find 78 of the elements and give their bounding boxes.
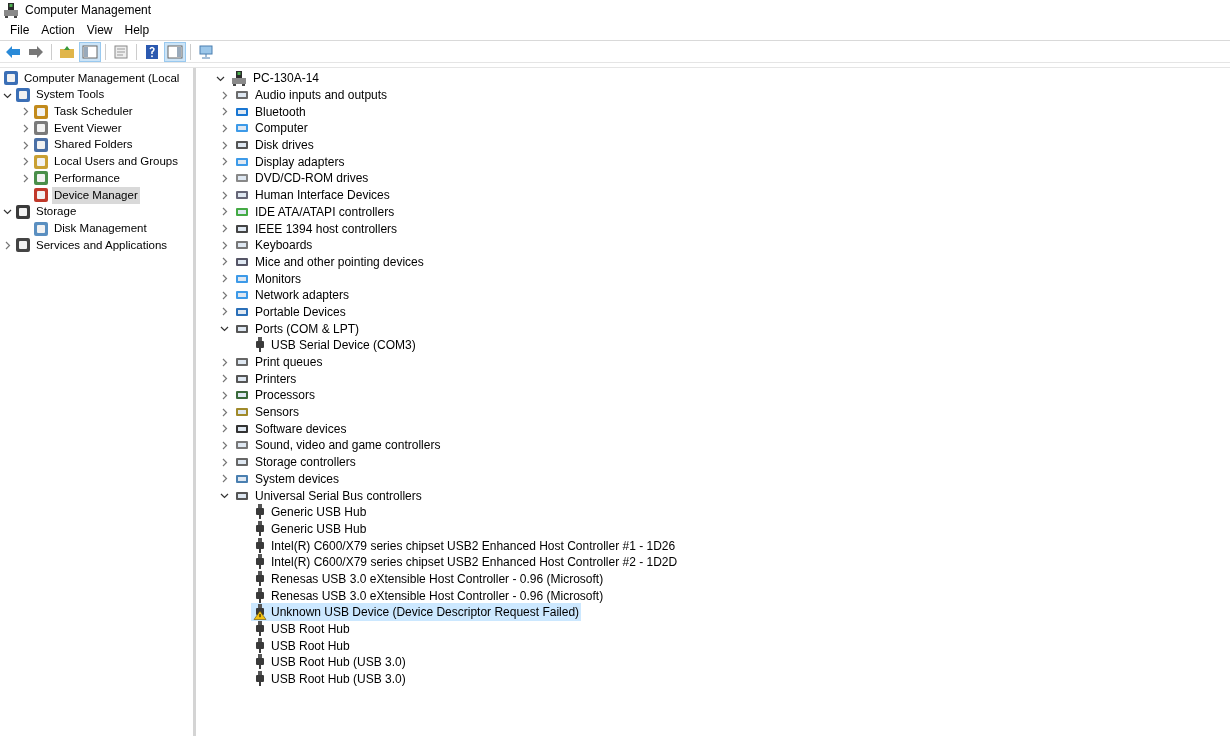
device-item[interactable]: USB Serial Device (COM3) — [271, 336, 416, 355]
tree-item[interactable]: Local Users and Groups — [52, 153, 180, 171]
device-category[interactable]: Mice and other pointing devices — [255, 252, 424, 271]
plug-icon — [253, 637, 267, 654]
plug-icon — [253, 570, 267, 587]
properties-icon — [113, 44, 129, 59]
device-item[interactable]: USB Root Hub — [271, 620, 350, 639]
help-icon — [145, 43, 159, 60]
pane-icon — [82, 44, 98, 59]
plug-icon — [253, 587, 267, 604]
plug-icon — [253, 654, 267, 671]
device-category[interactable]: Sensors — [255, 403, 300, 422]
computer-name[interactable]: PC-130A-14 — [253, 69, 320, 88]
plug-icon — [253, 504, 267, 521]
tree-item[interactable]: Disk Management — [52, 219, 149, 238]
plug-icon — [253, 554, 267, 571]
device-category[interactable]: DVD/CD-ROM drives — [255, 169, 369, 188]
tree-item[interactable]: System Tools — [34, 86, 107, 104]
device-item[interactable]: Generic USB Hub — [271, 519, 367, 538]
device-item[interactable]: Renesas USB 3.0 eXtensible Host Controller - 0.96 (Microsoft) — [271, 586, 604, 605]
device-category[interactable]: Ports (COM & LPT) — [255, 319, 359, 338]
plug-icon — [253, 337, 267, 354]
device-category[interactable]: Keyboards — [255, 236, 313, 255]
device-category[interactable]: System devices — [255, 469, 340, 488]
device-category[interactable]: Software devices — [255, 419, 347, 438]
tree-item[interactable]: Performance — [52, 169, 122, 188]
chevron-right-icon[interactable] — [3, 240, 12, 250]
plug-icon — [253, 537, 267, 554]
device-category[interactable]: Computer — [255, 119, 308, 138]
monitor-icon — [198, 44, 214, 59]
device-category[interactable]: Human Interface Devices — [255, 186, 390, 205]
back-arrow-icon — [5, 44, 21, 59]
chevron-down-icon[interactable] — [3, 207, 12, 217]
forward-arrow-icon — [28, 44, 44, 59]
device-item[interactable]: Intel(R) C600/X79 series chipset USB2 Enhanced Host Controller #2 - 1D2D — [271, 553, 678, 572]
tree-item[interactable]: Device Manager — [52, 186, 140, 204]
device-item[interactable]: USB Root Hub — [271, 636, 350, 655]
menu-item[interactable]: Help — [118, 21, 156, 39]
device-item[interactable]: Renesas USB 3.0 eXtensible Host Controller - 0.96 (Microsoft) — [271, 569, 604, 588]
menu-item[interactable]: File — [4, 21, 36, 39]
device-category[interactable]: Disk drives — [255, 136, 314, 155]
tree-item[interactable]: Services and Applications — [34, 236, 170, 254]
device-category[interactable]: Storage controllers — [255, 453, 356, 472]
window-title: Computer Management — [25, 2, 152, 19]
device-category[interactable]: Bluetooth — [255, 102, 306, 121]
tree-item[interactable]: Task Scheduler — [52, 103, 135, 121]
device-category[interactable]: Network adapters — [255, 286, 350, 305]
device-category[interactable]: Processors — [255, 386, 316, 405]
tree-item[interactable]: Shared Folders — [52, 136, 135, 154]
device-item[interactable]: USB Root Hub (USB 3.0) — [271, 653, 406, 672]
tree-item[interactable]: Event Viewer — [52, 119, 124, 138]
menu-item[interactable]: Action — [35, 21, 81, 39]
warning-plug-icon — [253, 604, 267, 621]
device-category[interactable]: Portable Devices — [255, 302, 346, 321]
device-category[interactable]: Universal Serial Bus controllers — [255, 486, 422, 505]
device-category[interactable]: Printers — [255, 369, 297, 388]
device-item[interactable]: Generic USB Hub — [271, 503, 367, 522]
computer-icon — [3, 2, 19, 18]
computer-icon — [231, 70, 247, 87]
plug-icon — [253, 621, 267, 638]
device-category[interactable]: IDE ATA/ATAPI controllers — [255, 202, 395, 221]
chevron-down-icon[interactable] — [220, 491, 229, 501]
menu-item[interactable]: View — [80, 21, 119, 39]
folder-up-icon — [59, 44, 75, 59]
device-category[interactable]: Monitors — [255, 269, 301, 288]
device-category[interactable]: Audio inputs and outputs — [255, 86, 388, 105]
device-category[interactable]: Sound, video and game controllers — [255, 436, 441, 455]
tree-item[interactable]: Computer Management (Local — [22, 69, 182, 87]
device-item[interactable]: Intel(R) C600/X79 series chipset USB2 Enhanced Host Controller #1 - 1D26 — [271, 536, 676, 555]
device-item[interactable]: USB Root Hub (USB 3.0) — [271, 670, 406, 689]
chevron-down-icon[interactable] — [220, 324, 229, 334]
device-category[interactable]: Print queues — [255, 353, 323, 372]
device-category[interactable]: Display adapters — [255, 152, 345, 171]
plug-icon — [253, 671, 267, 688]
plug-icon — [253, 520, 267, 537]
pane-icon — [167, 44, 183, 59]
tree-item[interactable]: Storage — [34, 203, 79, 221]
device-category[interactable]: IEEE 1394 host controllers — [255, 219, 398, 238]
